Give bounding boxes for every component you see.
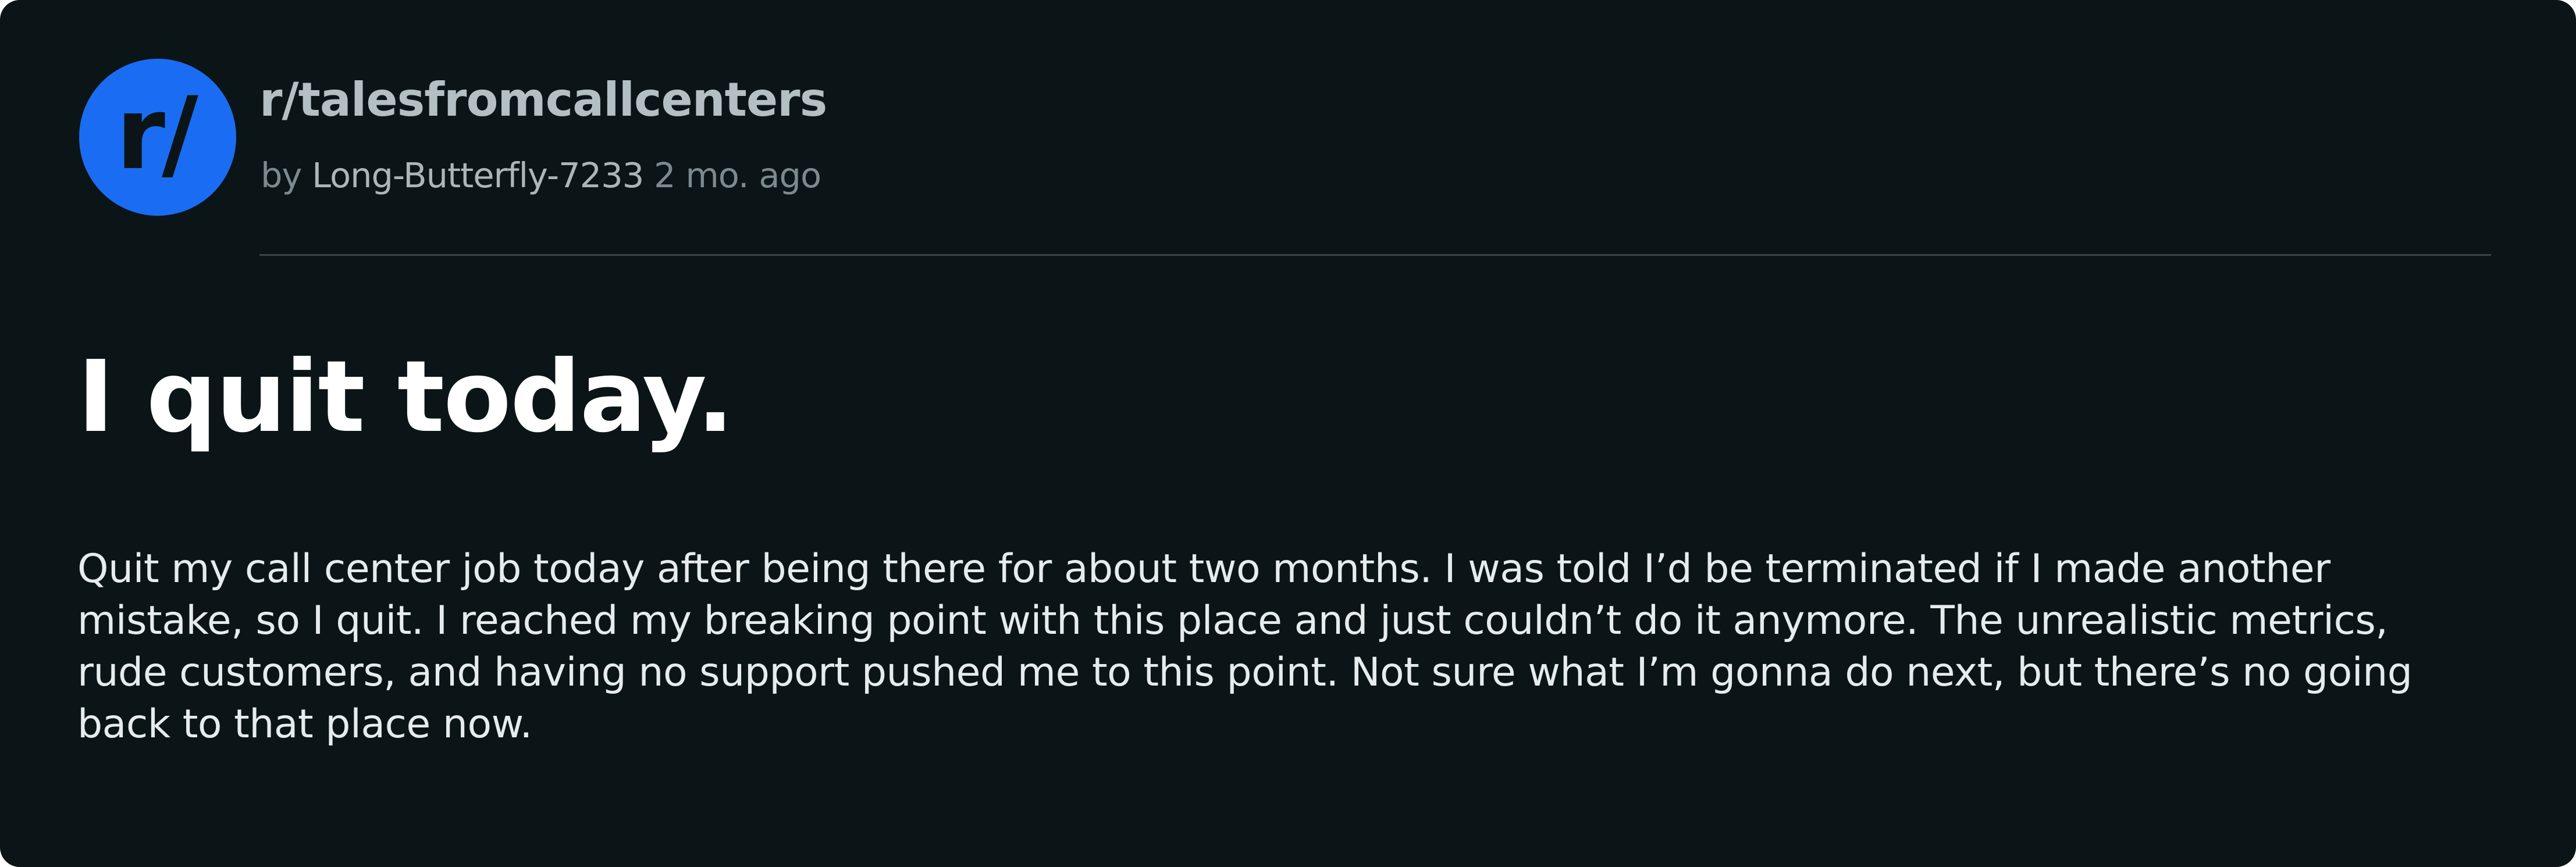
- post-body-line: rude customers, and having no support pu…: [77, 650, 2413, 695]
- post-body-line: mistake, so I quit. I reached my breakin…: [77, 598, 2388, 644]
- post-body: Quit my call center job today after bein…: [77, 543, 2509, 750]
- post-body-line: back to that place now.: [77, 701, 532, 747]
- post-card: r/ r/talesfromcallcenters by Long-Butter…: [0, 0, 2576, 867]
- post-age: 2 mo. ago: [654, 155, 821, 195]
- post-title: I quit today.: [77, 340, 734, 455]
- subreddit-avatar[interactable]: r/: [79, 59, 236, 216]
- by-label: by: [261, 155, 302, 195]
- post-body-line: Quit my call center job today after bein…: [77, 546, 2331, 592]
- author-name[interactable]: Long-Butterfly-7233: [312, 155, 644, 195]
- subreddit-avatar-glyph: r/: [116, 75, 198, 192]
- header-divider: [259, 254, 2491, 256]
- post-meta: by Long-Butterfly-7233 2 mo. ago: [261, 158, 821, 192]
- subreddit-name[interactable]: r/talesfromcallcenters: [259, 77, 827, 123]
